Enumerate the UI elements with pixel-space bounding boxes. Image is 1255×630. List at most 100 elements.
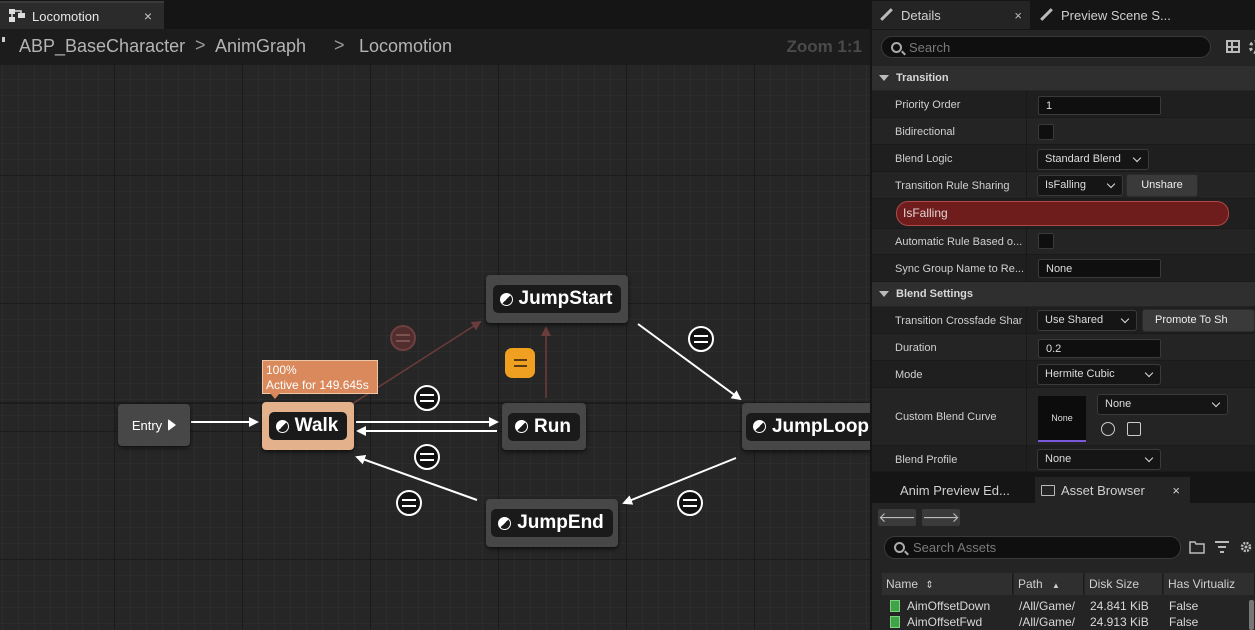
settings-gear-icon[interactable] xyxy=(1238,540,1254,554)
transition-rule-icon-run-walk[interactable] xyxy=(414,444,440,470)
column-label: Path xyxy=(1018,577,1043,591)
bidirectional-checkbox[interactable] xyxy=(1038,124,1054,140)
column-divider xyxy=(1026,361,1027,387)
chevron-down-icon xyxy=(879,75,889,81)
prop-label: Priority Order xyxy=(895,99,961,111)
dropdown-value: Standard Blend xyxy=(1045,153,1121,165)
state-label: Walk xyxy=(294,415,339,436)
details-search-input[interactable] xyxy=(909,39,1189,55)
table-row[interactable]: AimOffsetDown /All/Game/ 24.841 KiB Fals… xyxy=(882,598,1255,614)
folder-filter-icon[interactable] xyxy=(1189,540,1205,554)
tab-asset-browser[interactable]: Asset Browser × xyxy=(1035,477,1190,503)
pencil-icon xyxy=(1039,8,1053,22)
asset-tab-bar: Anim Preview Ed... Asset Browser × xyxy=(872,476,1255,503)
tab-label: Anim Preview Ed... xyxy=(900,482,1010,498)
state-icon xyxy=(752,420,766,433)
forward-button[interactable]: 🡒 xyxy=(922,509,960,526)
cell-virtualized: False xyxy=(1169,599,1199,613)
prop-label: Transition Rule Sharing xyxy=(895,180,1010,192)
table-view-icon[interactable] xyxy=(1226,40,1240,53)
curve-thumbnail[interactable]: None xyxy=(1038,396,1086,442)
state-node-jumploop[interactable]: JumpLoop xyxy=(742,403,870,450)
details-search-box[interactable] xyxy=(881,36,1211,58)
back-button[interactable]: 🡐 xyxy=(878,509,916,526)
cell-path: /All/Game/ xyxy=(1019,615,1076,629)
tab-details[interactable]: Details × xyxy=(872,1,1030,29)
tab-preview-scene-settings[interactable]: Preview Scene S... xyxy=(1032,1,1212,29)
cell-virtualized: False xyxy=(1169,615,1199,629)
column-divider xyxy=(1026,172,1027,198)
transition-rule-pill[interactable]: IsFalling xyxy=(896,201,1229,226)
asset-search-box[interactable] xyxy=(884,536,1181,559)
dropdown-value: Hermite Cubic xyxy=(1045,368,1115,380)
blend-mode-dropdown[interactable]: Hermite Cubic xyxy=(1037,364,1161,385)
section-blend-settings[interactable]: Blend Settings xyxy=(872,282,1255,306)
column-divider xyxy=(1026,118,1027,144)
tab-label: Preview Scene S... xyxy=(1061,7,1171,23)
chevron-down-icon xyxy=(1211,398,1221,408)
pencil-icon xyxy=(879,8,893,22)
transition-rule-icon-jumploop-jumpend[interactable] xyxy=(677,490,703,516)
state-label: Run xyxy=(534,415,571,437)
promote-to-shared-button[interactable]: Promote To Sh xyxy=(1142,309,1255,332)
prop-label: Blend Logic xyxy=(895,153,953,165)
close-icon[interactable]: × xyxy=(1172,483,1180,498)
entry-node[interactable]: Entry xyxy=(118,404,190,446)
blend-logic-dropdown[interactable]: Standard Blend xyxy=(1037,149,1149,170)
transition-rule-icon-run-jumpstart-selected[interactable] xyxy=(505,348,535,378)
transition-rule-icon-jumpend-walk[interactable] xyxy=(396,490,422,516)
transition-rule-icon-walk-jumpstart[interactable] xyxy=(390,325,416,351)
blend-profile-dropdown[interactable]: None xyxy=(1037,449,1161,470)
column-divider xyxy=(1026,334,1027,360)
state-node-walk[interactable]: Walk xyxy=(262,402,354,450)
sync-group-field[interactable]: None xyxy=(1038,259,1161,278)
transition-rule-icon-jumpstart-jumploop[interactable] xyxy=(688,326,714,352)
scrollbar[interactable] xyxy=(1249,600,1254,630)
column-header-name[interactable]: Name ⇕ xyxy=(882,573,1013,595)
chevron-down-icon xyxy=(879,291,889,297)
use-selected-icon[interactable] xyxy=(1101,422,1115,436)
asset-search-input[interactable] xyxy=(913,540,1163,555)
table-row[interactable]: AimOffsetFwd /All/Game/ 24.913 KiB False xyxy=(882,614,1255,630)
sort-icon: ▲ xyxy=(1052,581,1060,590)
priority-order-field[interactable]: 1 xyxy=(1038,96,1161,115)
tab-anim-preview-editor[interactable]: Anim Preview Ed... xyxy=(872,477,1034,503)
dropdown-value: IsFalling xyxy=(1045,179,1086,191)
crossfade-sharing-dropdown[interactable]: Use Shared xyxy=(1037,310,1137,331)
automatic-rule-checkbox[interactable] xyxy=(1038,233,1054,249)
prop-priority-order: Priority Order 1 xyxy=(872,91,1255,118)
state-node-jumpstart[interactable]: JumpStart xyxy=(486,275,628,323)
rule-sharing-dropdown[interactable]: IsFalling xyxy=(1037,175,1123,196)
section-transition[interactable]: Transition xyxy=(872,66,1255,90)
browse-asset-icon[interactable] xyxy=(1127,422,1141,436)
state-icon xyxy=(499,292,513,306)
prop-label: Mode xyxy=(895,369,923,381)
settings-gear-icon[interactable] xyxy=(1249,40,1255,54)
close-icon[interactable]: × xyxy=(1014,8,1022,23)
transition-rule-icon-walk-run[interactable] xyxy=(414,385,440,411)
column-header-path[interactable]: Path ▲ xyxy=(1014,573,1084,595)
section-title: Blend Settings xyxy=(896,288,974,300)
column-header-has-virtualized[interactable]: Has Virtualiz xyxy=(1164,573,1255,595)
entry-label: Entry xyxy=(131,417,163,433)
state-label: JumpLoop xyxy=(771,415,870,437)
tooltip-notch xyxy=(270,393,280,399)
unshare-button[interactable]: Unshare xyxy=(1126,174,1198,197)
search-icon xyxy=(891,41,902,53)
sort-ascending-icon: ⇕ xyxy=(925,580,934,591)
state-active-time: Active for 149.645s xyxy=(266,378,369,392)
filter-icon[interactable] xyxy=(1214,540,1230,554)
prop-crossfade-sharing: Transition Crossfade Shar Use Shared Pro… xyxy=(872,307,1255,334)
state-node-run[interactable]: Run xyxy=(502,403,586,450)
prop-mode: Mode Hermite Cubic xyxy=(872,361,1255,388)
prop-label: Custom Blend Curve xyxy=(895,411,997,423)
blend-curve-dropdown[interactable]: None xyxy=(1097,394,1228,415)
dropdown-value: None xyxy=(1045,453,1072,465)
tab-label: Asset Browser xyxy=(1061,482,1145,498)
column-header-disk-size[interactable]: Disk Size xyxy=(1085,573,1163,595)
cell-name: AimOffsetDown xyxy=(907,599,991,613)
dropdown-value: None xyxy=(1105,398,1132,410)
state-node-jumpend[interactable]: JumpEnd xyxy=(486,499,618,547)
duration-field[interactable]: 0.2 xyxy=(1038,339,1161,358)
cell-path: /All/Game/ xyxy=(1019,599,1076,613)
